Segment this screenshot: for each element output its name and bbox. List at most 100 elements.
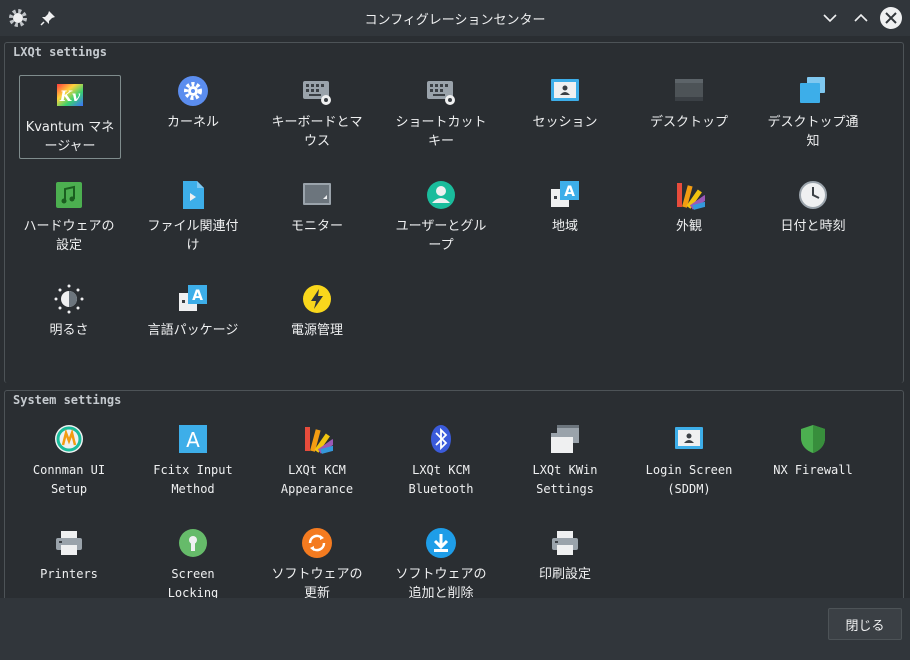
- item-label: Fcitx Input Method: [153, 463, 233, 496]
- session-icon: [549, 75, 581, 107]
- item-label: NX Firewall: [773, 463, 853, 477]
- item-connman-ui-setup[interactable]: Connman UI Setup: [18, 423, 120, 507]
- item-users-groups[interactable]: ユーザーとグループ: [390, 179, 492, 263]
- close-button[interactable]: 閉じる: [828, 608, 902, 640]
- item-hardware-settings[interactable]: ハードウェアの設定: [18, 179, 120, 263]
- hardware-music-icon: [53, 179, 85, 211]
- item-brightness[interactable]: 明るさ: [18, 283, 120, 367]
- item-session[interactable]: セッション: [514, 75, 616, 159]
- item-login-screen-sddm[interactable]: Login Screen (SDDM): [638, 423, 740, 507]
- section-title-system: System settings: [13, 393, 122, 407]
- item-label: 明るさ: [49, 323, 89, 338]
- item-label: LXQt KCM Bluetooth: [408, 463, 474, 496]
- printer-icon: [549, 527, 581, 559]
- minimize-chevron-down-icon[interactable]: [818, 6, 842, 30]
- item-language-packages[interactable]: A 言語パッケージ: [142, 283, 244, 367]
- file-association-icon: [177, 179, 209, 211]
- user-icon: [425, 179, 457, 211]
- item-label: セッション: [532, 115, 598, 130]
- item-label: 電源管理: [290, 323, 343, 338]
- appearance-palette-icon: [301, 423, 338, 455]
- item-screen-locking[interactable]: Screen Locking: [142, 527, 244, 598]
- item-lxqt-kcm-appearance[interactable]: LXQt KCM Appearance: [266, 423, 368, 507]
- item-software-updates[interactable]: ソフトウェアの更新: [266, 527, 368, 598]
- item-label: デスクトップ: [649, 115, 728, 130]
- item-region[interactable]: A 地域: [514, 179, 616, 263]
- item-label: 外観: [675, 219, 702, 234]
- item-label: 地域: [551, 219, 578, 234]
- login-screen-icon: [673, 423, 705, 455]
- item-kvantum-manager[interactable]: Kv Kvantum マネージャー: [19, 75, 121, 159]
- item-label: デスクトップ通知: [767, 115, 859, 149]
- gear-icon: [177, 75, 209, 107]
- item-date-time[interactable]: 日付と時刻: [762, 179, 864, 263]
- item-label: ソフトウェアの更新: [271, 567, 363, 598]
- item-label: カーネル: [166, 115, 219, 130]
- item-label: キーボードとマウス: [271, 115, 363, 149]
- brightness-icon: [53, 283, 85, 315]
- item-printers[interactable]: Printers: [18, 527, 120, 598]
- item-appearance[interactable]: 外観: [638, 179, 740, 263]
- printer-icon: [53, 527, 85, 559]
- item-label: モニター: [290, 219, 343, 234]
- update-refresh-icon: [301, 527, 333, 559]
- notification-icon: [797, 75, 829, 107]
- svg-text:A: A: [192, 288, 203, 304]
- item-label: Screen Locking: [167, 567, 219, 598]
- item-label: ソフトウェアの追加と削除: [395, 567, 487, 598]
- svg-text:Kv: Kv: [59, 89, 81, 105]
- language-package-icon: A: [177, 283, 209, 315]
- item-fcitx-input-method[interactable]: A Fcitx Input Method: [142, 423, 244, 507]
- item-label: 言語パッケージ: [147, 323, 239, 338]
- item-kernel[interactable]: カーネル: [142, 75, 244, 159]
- item-label: 印刷設定: [538, 567, 591, 582]
- section-title-lxqt: LXQt settings: [13, 45, 107, 59]
- power-lightning-icon: [301, 283, 333, 315]
- item-label: Login Screen (SDDM): [645, 463, 733, 496]
- item-label: LXQt KWin Settings: [532, 463, 598, 496]
- monitor-icon: [301, 179, 333, 211]
- keyboard-shortcut-icon: [425, 75, 457, 107]
- item-label: Connman UI Setup: [32, 463, 106, 496]
- close-window-icon[interactable]: [879, 6, 903, 30]
- item-print-settings[interactable]: 印刷設定: [514, 527, 616, 598]
- item-desktop-notifications[interactable]: デスクトップ通知: [762, 75, 864, 159]
- footer-bar: 閉じる: [0, 598, 910, 660]
- region-language-icon: A: [549, 179, 581, 211]
- shield-icon: [797, 423, 829, 455]
- item-lxqt-kwin-settings[interactable]: LXQt KWin Settings: [514, 423, 616, 507]
- item-label: LXQt KCM Appearance: [280, 463, 354, 496]
- settings-content[interactable]: LXQt settings Kv Kvantum マネージャー カーネル キーボ…: [0, 37, 910, 598]
- item-lxqt-kcm-bluetooth[interactable]: LXQt KCM Bluetooth: [390, 423, 492, 507]
- desktop-icon: [673, 75, 705, 107]
- connman-icon: [53, 423, 85, 455]
- lock-icon: [177, 527, 209, 559]
- input-method-icon: A: [177, 423, 209, 455]
- item-desktop[interactable]: デスクトップ: [638, 75, 740, 159]
- item-label: 日付と時刻: [780, 219, 846, 234]
- item-file-associations[interactable]: ファイル関連付け: [142, 179, 244, 263]
- keyboard-settings-icon: [301, 75, 333, 107]
- kvantum-icon: Kv: [54, 80, 86, 112]
- clock-icon: [797, 179, 829, 211]
- bluetooth-icon: [425, 423, 457, 455]
- item-shortcut-keys[interactable]: ショートカットキー: [390, 75, 492, 159]
- download-icon: [425, 527, 457, 559]
- item-monitor[interactable]: モニター: [266, 179, 368, 263]
- item-label: ハードウェアの設定: [23, 219, 115, 253]
- maximize-chevron-up-icon[interactable]: [849, 6, 873, 30]
- item-label: ユーザーとグループ: [395, 219, 487, 253]
- item-add-remove-software[interactable]: ソフトウェアの追加と削除: [390, 527, 492, 598]
- window-title: コンフィグレーションセンター: [364, 13, 546, 28]
- item-nx-firewall[interactable]: NX Firewall: [762, 423, 864, 507]
- appearance-palette-icon: [673, 179, 710, 211]
- svg-text:A: A: [186, 428, 200, 452]
- item-label: ファイル関連付け: [147, 219, 239, 253]
- item-label: Printers: [40, 567, 98, 581]
- item-label: Kvantum マネージャー: [25, 120, 115, 154]
- item-label: ショートカットキー: [395, 115, 487, 149]
- svg-text:A: A: [564, 184, 575, 200]
- title-bar: コンフィグレーションセンター: [0, 0, 910, 37]
- item-keyboard-mouse[interactable]: キーボードとマウス: [266, 75, 368, 159]
- item-power-management[interactable]: 電源管理: [266, 283, 368, 367]
